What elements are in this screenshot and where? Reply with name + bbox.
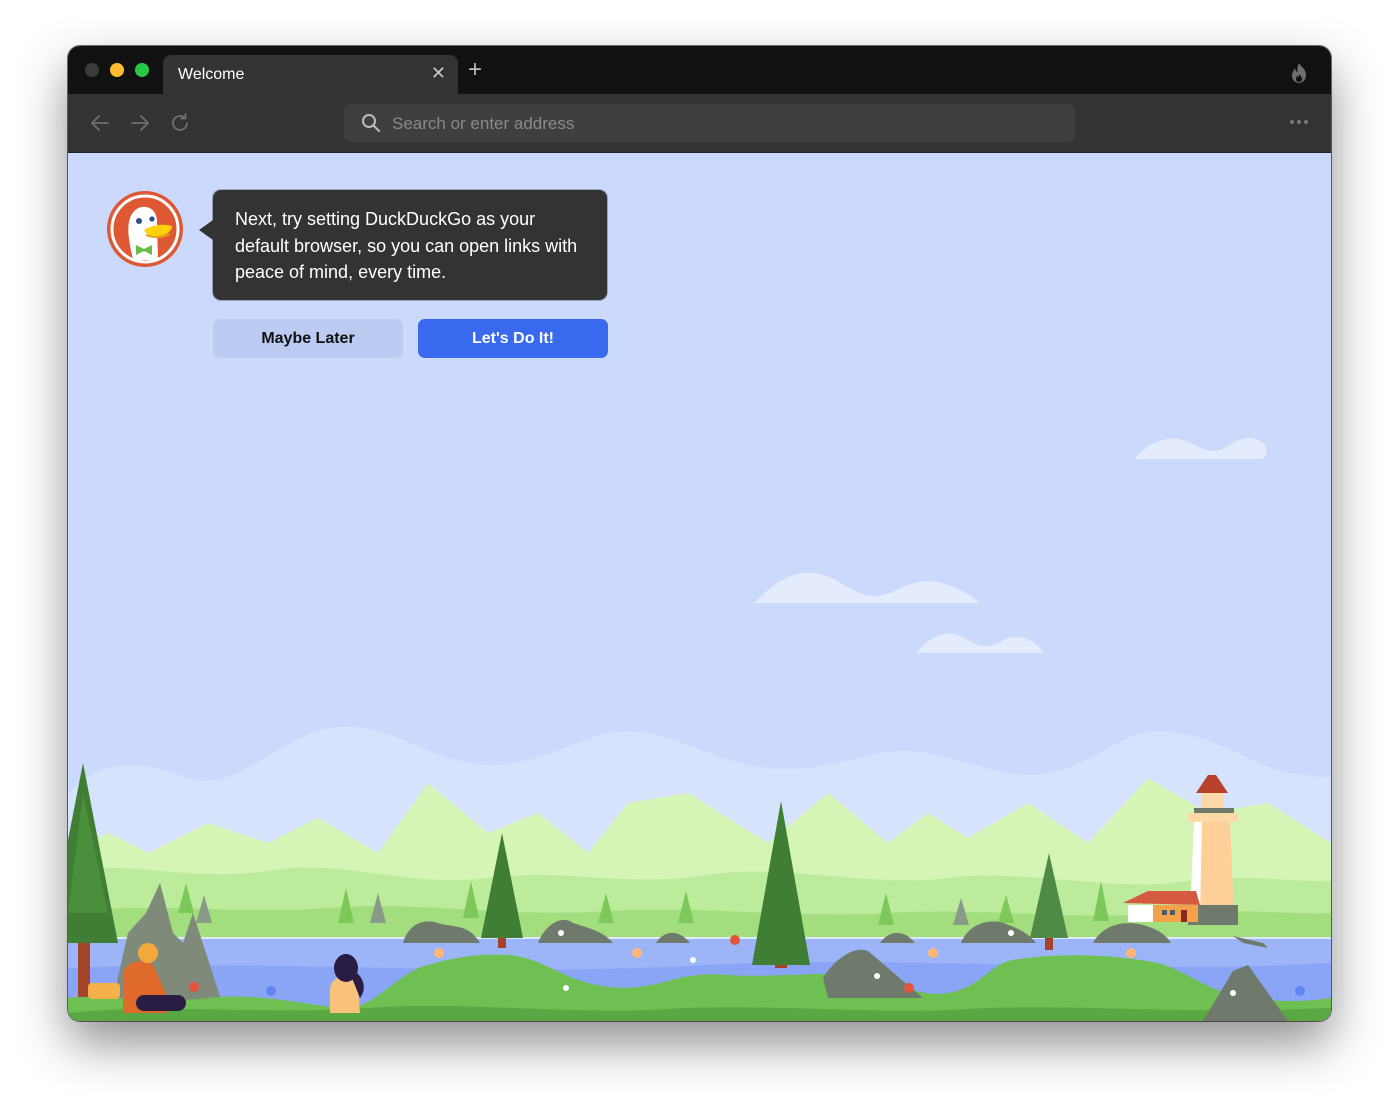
flower [1126,948,1136,958]
flower [1008,930,1014,936]
flower [1230,990,1236,996]
flower [632,948,642,958]
more-horizontal-icon[interactable] [1289,118,1309,126]
lets-do-it-button[interactable]: Let's Do It! [418,319,608,358]
cloud [916,633,1044,653]
address-input[interactable] [390,104,1054,144]
flower [558,930,564,936]
toolbar [68,94,1331,153]
flower [1295,986,1305,996]
window-close-button[interactable] [85,63,99,77]
flower [563,985,569,991]
fire-icon[interactable] [1289,62,1309,84]
cloud [754,572,980,603]
cloud [1134,438,1267,459]
maybe-later-button[interactable]: Maybe Later [213,319,403,358]
duckduckgo-logo-icon [107,191,183,267]
onboarding-message-bubble: Next, try setting DuckDuckGo as your def… [199,190,607,300]
plus-icon[interactable]: + [468,58,482,82]
tab-welcome[interactable]: Welcome ✕ [163,55,458,94]
flower [189,982,199,992]
search-icon [362,114,380,132]
address-bar[interactable] [344,104,1075,144]
flower [266,986,276,996]
reload-icon[interactable] [168,111,192,135]
flower [730,935,740,945]
flower [434,948,444,958]
flower [690,957,696,963]
window-minimize-button[interactable] [110,63,124,77]
flower [874,973,880,979]
browser-window: Welcome ✕ + Search or enter address Next… [68,46,1331,1021]
tab-bar: Welcome ✕ + [68,46,1331,94]
arrow-right-icon[interactable] [128,111,152,135]
window-maximize-button[interactable] [135,63,149,77]
close-icon[interactable]: ✕ [431,63,446,84]
tab-title: Welcome [178,66,245,83]
welcome-page: Next, try setting DuckDuckGo as your def… [68,153,1331,1021]
flower [904,983,914,993]
onboarding-message: Next, try setting DuckDuckGo as your def… [235,209,578,282]
flower [928,948,938,958]
arrow-left-icon[interactable] [88,111,112,135]
